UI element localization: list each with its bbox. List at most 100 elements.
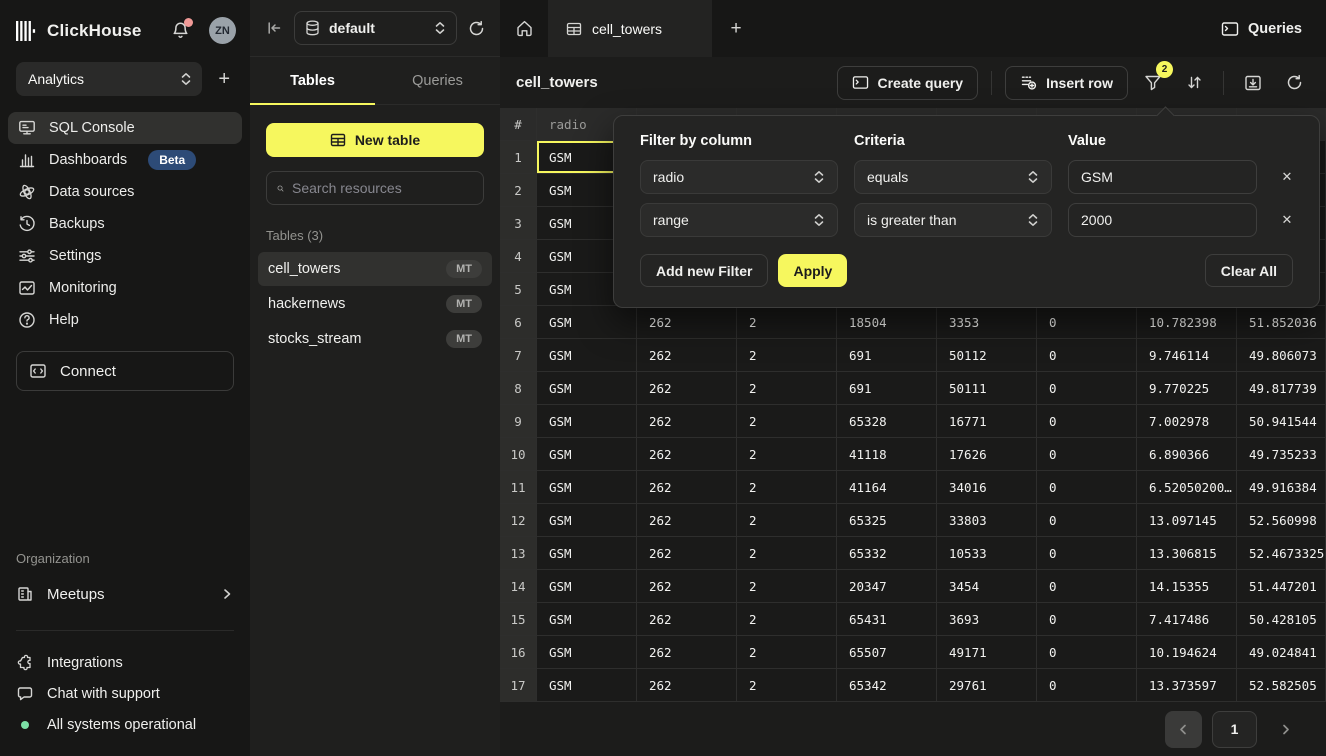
queries-button[interactable]: Queries xyxy=(1197,0,1326,57)
table-cell[interactable]: 51.447201 xyxy=(1237,570,1326,603)
table-cell[interactable]: 52.582505 xyxy=(1237,669,1326,702)
table-cell[interactable]: 0 xyxy=(1037,471,1137,504)
table-cell[interactable]: 0 xyxy=(1037,504,1137,537)
sidebar-item-backups[interactable]: Backups xyxy=(8,208,242,240)
table-cell[interactable]: 65328 xyxy=(837,405,937,438)
sidebar-item-help[interactable]: Help xyxy=(8,304,242,336)
table-cell[interactable]: 2 xyxy=(737,603,837,636)
notifications-button[interactable] xyxy=(171,21,190,40)
sidebar-item-sql-console[interactable]: SQL Console xyxy=(8,112,242,144)
table-cell[interactable]: GSM xyxy=(537,537,637,570)
system-status[interactable]: All systems operational xyxy=(16,709,234,740)
table-cell[interactable]: 20347 xyxy=(837,570,937,603)
table-cell[interactable]: 3353 xyxy=(937,306,1037,339)
table-cell[interactable]: 262 xyxy=(637,537,737,570)
table-cell[interactable]: 262 xyxy=(637,405,737,438)
table-cell[interactable]: GSM xyxy=(537,306,637,339)
table-cell[interactable]: 29761 xyxy=(937,669,1037,702)
table-cell[interactable]: 65507 xyxy=(837,636,937,669)
table-cell[interactable]: 2 xyxy=(737,636,837,669)
filter-value-input[interactable] xyxy=(1068,160,1257,194)
table-cell[interactable]: 2 xyxy=(737,504,837,537)
tab-tables[interactable]: Tables xyxy=(250,57,375,104)
search-resources-box[interactable] xyxy=(266,171,484,205)
table-cell[interactable]: GSM xyxy=(537,669,637,702)
refresh-table-button[interactable] xyxy=(1278,66,1310,100)
table-cell[interactable]: 49.024841 xyxy=(1237,636,1326,669)
sidebar-item-meetups[interactable]: Meetups xyxy=(16,578,234,610)
filter-value-input[interactable] xyxy=(1068,203,1257,237)
table-cell[interactable]: GSM xyxy=(537,504,637,537)
table-cell[interactable]: 50.428105 xyxy=(1237,603,1326,636)
table-cell[interactable]: 9.770225 xyxy=(1137,372,1237,405)
table-cell[interactable]: 0 xyxy=(1037,306,1137,339)
table-cell[interactable]: 14.15355 xyxy=(1137,570,1237,603)
table-cell[interactable]: 2 xyxy=(737,339,837,372)
table-cell[interactable]: 9.746114 xyxy=(1137,339,1237,372)
table-cell[interactable]: 691 xyxy=(837,339,937,372)
filter-criteria-select[interactable]: equals xyxy=(854,160,1052,194)
table-cell[interactable]: 41164 xyxy=(837,471,937,504)
table-cell[interactable]: 52.560998 xyxy=(1237,504,1326,537)
table-cell[interactable]: 17626 xyxy=(937,438,1037,471)
table-cell[interactable]: 262 xyxy=(637,570,737,603)
workspace-select[interactable]: Analytics xyxy=(16,62,202,96)
current-page[interactable]: 1 xyxy=(1212,711,1257,748)
table-cell[interactable]: 262 xyxy=(637,339,737,372)
filter-criteria-select[interactable]: is greater than xyxy=(854,203,1052,237)
table-list-item-stocks-stream[interactable]: stocks_stream MT xyxy=(258,322,492,356)
table-cell[interactable]: 50111 xyxy=(937,372,1037,405)
table-cell[interactable]: 2 xyxy=(737,372,837,405)
table-cell[interactable]: GSM xyxy=(537,570,637,603)
table-cell[interactable]: 49.817739 xyxy=(1237,372,1326,405)
table-cell[interactable]: 0 xyxy=(1037,372,1137,405)
table-cell[interactable]: 2 xyxy=(737,405,837,438)
table-cell[interactable]: 49171 xyxy=(937,636,1037,669)
new-table-button[interactable]: New table xyxy=(266,123,484,157)
remove-filter-button[interactable]: ✕ xyxy=(1273,212,1301,228)
table-cell[interactable]: 262 xyxy=(637,504,737,537)
apply-filters-button[interactable]: Apply xyxy=(778,254,847,287)
table-cell[interactable]: 2 xyxy=(737,438,837,471)
sidebar-item-data-sources[interactable]: Data sources xyxy=(8,176,242,208)
table-cell[interactable]: 49.806073 xyxy=(1237,339,1326,372)
next-page-button[interactable] xyxy=(1267,711,1304,748)
collapse-panel-button[interactable] xyxy=(265,19,283,37)
search-input[interactable] xyxy=(292,180,473,196)
table-cell[interactable]: GSM xyxy=(537,339,637,372)
table-list-item-cell-towers[interactable]: cell_towers MT xyxy=(258,252,492,286)
table-cell[interactable]: 52.4673325 xyxy=(1237,537,1326,570)
table-cell[interactable]: 49.916384 xyxy=(1237,471,1326,504)
table-cell[interactable]: 262 xyxy=(637,471,737,504)
table-cell[interactable]: 49.735233 xyxy=(1237,438,1326,471)
table-cell[interactable]: 18504 xyxy=(837,306,937,339)
filter-column-select[interactable]: range xyxy=(640,203,838,237)
sort-button[interactable] xyxy=(1178,66,1210,100)
table-cell[interactable]: 65342 xyxy=(837,669,937,702)
sidebar-item-dashboards[interactable]: Dashboards Beta xyxy=(8,144,242,176)
add-new-filter-button[interactable]: Add new Filter xyxy=(640,254,768,287)
table-cell[interactable]: 2 xyxy=(737,570,837,603)
clear-all-filters-button[interactable]: Clear All xyxy=(1205,254,1293,287)
table-cell[interactable]: 262 xyxy=(637,438,737,471)
table-cell[interactable]: 10.194624 xyxy=(1137,636,1237,669)
table-cell[interactable]: 2 xyxy=(737,306,837,339)
table-cell[interactable]: 6.890366 xyxy=(1137,438,1237,471)
table-cell[interactable]: 262 xyxy=(637,636,737,669)
table-cell[interactable]: 65325 xyxy=(837,504,937,537)
table-cell[interactable]: 0 xyxy=(1037,405,1137,438)
table-cell[interactable]: 34016 xyxy=(937,471,1037,504)
table-list-item-hackernews[interactable]: hackernews MT xyxy=(258,287,492,321)
add-workspace-button[interactable]: + xyxy=(214,67,234,91)
previous-page-button[interactable] xyxy=(1165,711,1202,748)
table-cell[interactable]: GSM xyxy=(537,405,637,438)
table-cell[interactable]: 10.782398 xyxy=(1137,306,1237,339)
sidebar-item-monitoring[interactable]: Monitoring xyxy=(8,272,242,304)
database-select[interactable]: default xyxy=(294,11,457,45)
table-cell[interactable]: 262 xyxy=(637,603,737,636)
filter-column-select[interactable]: radio xyxy=(640,160,838,194)
table-cell[interactable]: 2 xyxy=(737,669,837,702)
sidebar-item-integrations[interactable]: Integrations xyxy=(16,647,234,678)
table-cell[interactable]: 41118 xyxy=(837,438,937,471)
table-cell[interactable]: 262 xyxy=(637,669,737,702)
